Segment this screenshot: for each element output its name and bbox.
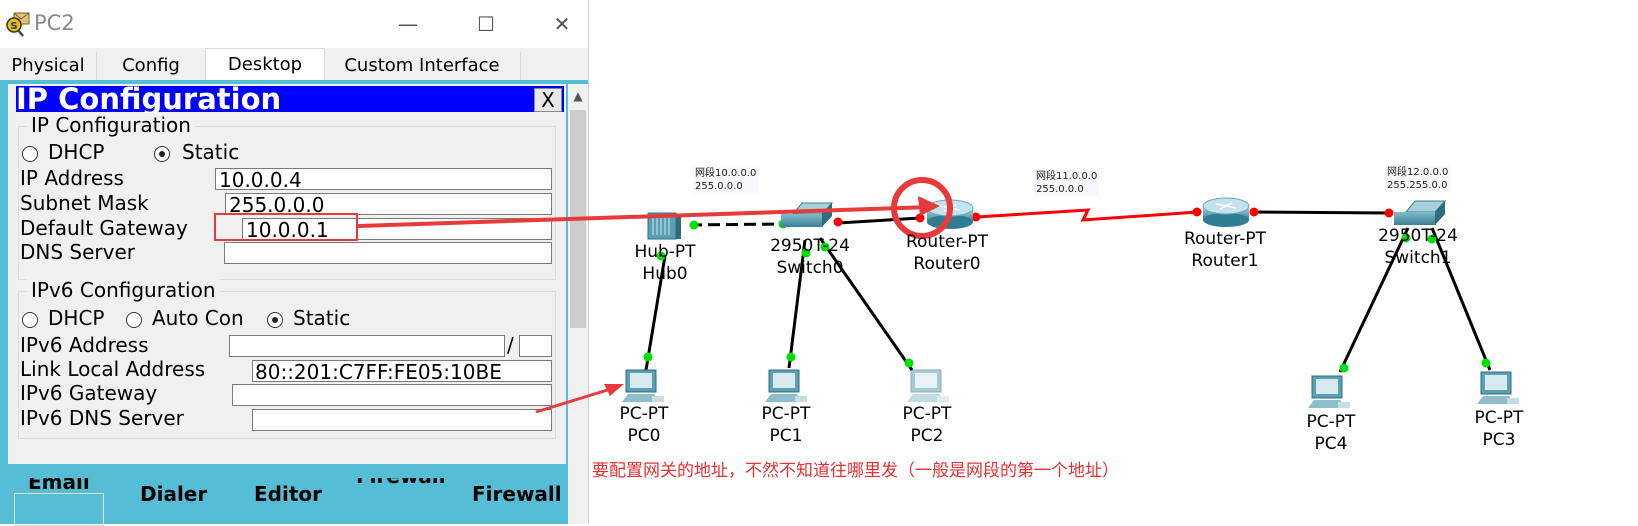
link-light-down bbox=[1249, 207, 1259, 217]
pc-icon bbox=[907, 369, 949, 402]
device-name-label: PC3 bbox=[1482, 430, 1516, 450]
device-type-label: Router-PT bbox=[1183, 229, 1267, 249]
device-pc4[interactable]: PC-PT PC4 bbox=[1291, 411, 1371, 455]
pc0-arrow bbox=[535, 386, 615, 414]
pc-icon bbox=[622, 369, 664, 402]
note-network-label: 网段10.0.0.0 bbox=[695, 168, 757, 179]
device-switch0[interactable]: 2950T-24 Switch0 bbox=[760, 235, 860, 279]
device-hub0[interactable]: Hub-PT Hub0 bbox=[620, 241, 710, 285]
device-name-label: Hub0 bbox=[642, 264, 688, 284]
device-name-label: PC4 bbox=[1314, 434, 1348, 454]
link-light-up bbox=[689, 220, 699, 230]
device-type-label: Router-PT bbox=[905, 232, 989, 252]
device-type-label: 2950T-24 bbox=[770, 236, 850, 256]
pc-icon bbox=[1477, 371, 1519, 404]
device-name-label: Switch1 bbox=[1384, 248, 1452, 268]
device-pc1[interactable]: PC-PT PC1 bbox=[746, 403, 826, 447]
device-switch1[interactable]: 2950T-24 Switch1 bbox=[1368, 225, 1468, 269]
switch-icon bbox=[1394, 200, 1447, 225]
device-router0[interactable]: Router-PT Router0 bbox=[897, 231, 997, 275]
note-mask-label: 255.0.0.0 bbox=[1036, 184, 1084, 195]
pc-icon bbox=[765, 369, 807, 402]
hub-switch0-link bbox=[689, 222, 786, 227]
device-name-label: Router0 bbox=[913, 254, 981, 274]
device-pc0[interactable]: PC-PT PC0 bbox=[604, 403, 684, 447]
note-network-label: 网段11.0.0.0 bbox=[1036, 171, 1098, 182]
router1-switch1-link bbox=[1254, 210, 1391, 215]
device-type-label: 2950T-24 bbox=[1378, 226, 1458, 246]
device-type-label: Hub-PT bbox=[634, 242, 696, 262]
device-name-label: Switch0 bbox=[776, 258, 844, 278]
note-network-label: 网段12.0.0.0 bbox=[1387, 167, 1449, 178]
device-router1[interactable]: Router-PT Router1 bbox=[1175, 228, 1275, 272]
link-lights bbox=[643, 207, 1491, 373]
device-type-label: PC-PT bbox=[1474, 408, 1524, 428]
device-name-label: PC2 bbox=[910, 426, 944, 446]
network-note-12[interactable]: 网段12.0.0.0 255.255.0.0 bbox=[1385, 166, 1451, 192]
network-note-10[interactable]: 网段10.0.0.0 255.0.0.0 bbox=[693, 167, 759, 193]
link-light-down bbox=[1192, 207, 1202, 217]
device-pc3[interactable]: PC-PT PC3 bbox=[1459, 407, 1539, 451]
router0-router1-serial-link bbox=[976, 208, 1199, 222]
device-type-label: PC-PT bbox=[1306, 412, 1356, 432]
note-mask-label: 255.255.0.0 bbox=[1387, 180, 1448, 191]
link-light-up bbox=[643, 352, 653, 362]
device-name-label: PC0 bbox=[627, 426, 661, 446]
link-light-up bbox=[904, 358, 914, 368]
pc-icon bbox=[1308, 375, 1350, 408]
router-icon bbox=[1202, 197, 1250, 227]
annotation-text: 要配置网关的地址，不然不知道往哪里发（一般是网段的第一个地址） bbox=[592, 461, 1119, 481]
network-note-11[interactable]: 网段11.0.0.0 255.0.0.0 bbox=[1034, 170, 1100, 196]
link-light-up bbox=[1339, 363, 1349, 373]
device-name-label: Router1 bbox=[1191, 251, 1259, 271]
switch0-router0-link bbox=[837, 216, 921, 225]
link-light-up bbox=[1481, 358, 1491, 368]
device-name-label: PC1 bbox=[769, 426, 803, 446]
device-type-label: PC-PT bbox=[902, 404, 952, 424]
link-light-down bbox=[833, 217, 843, 227]
arrow-head-icon bbox=[604, 384, 624, 396]
switch-icon bbox=[781, 202, 834, 227]
link-light-up bbox=[786, 352, 796, 362]
device-type-label: PC-PT bbox=[761, 404, 811, 424]
note-mask-label: 255.0.0.0 bbox=[695, 181, 743, 192]
device-type-label: PC-PT bbox=[619, 404, 669, 424]
device-pc2[interactable]: PC-PT PC2 bbox=[887, 403, 967, 447]
link-light-down bbox=[1384, 208, 1394, 218]
